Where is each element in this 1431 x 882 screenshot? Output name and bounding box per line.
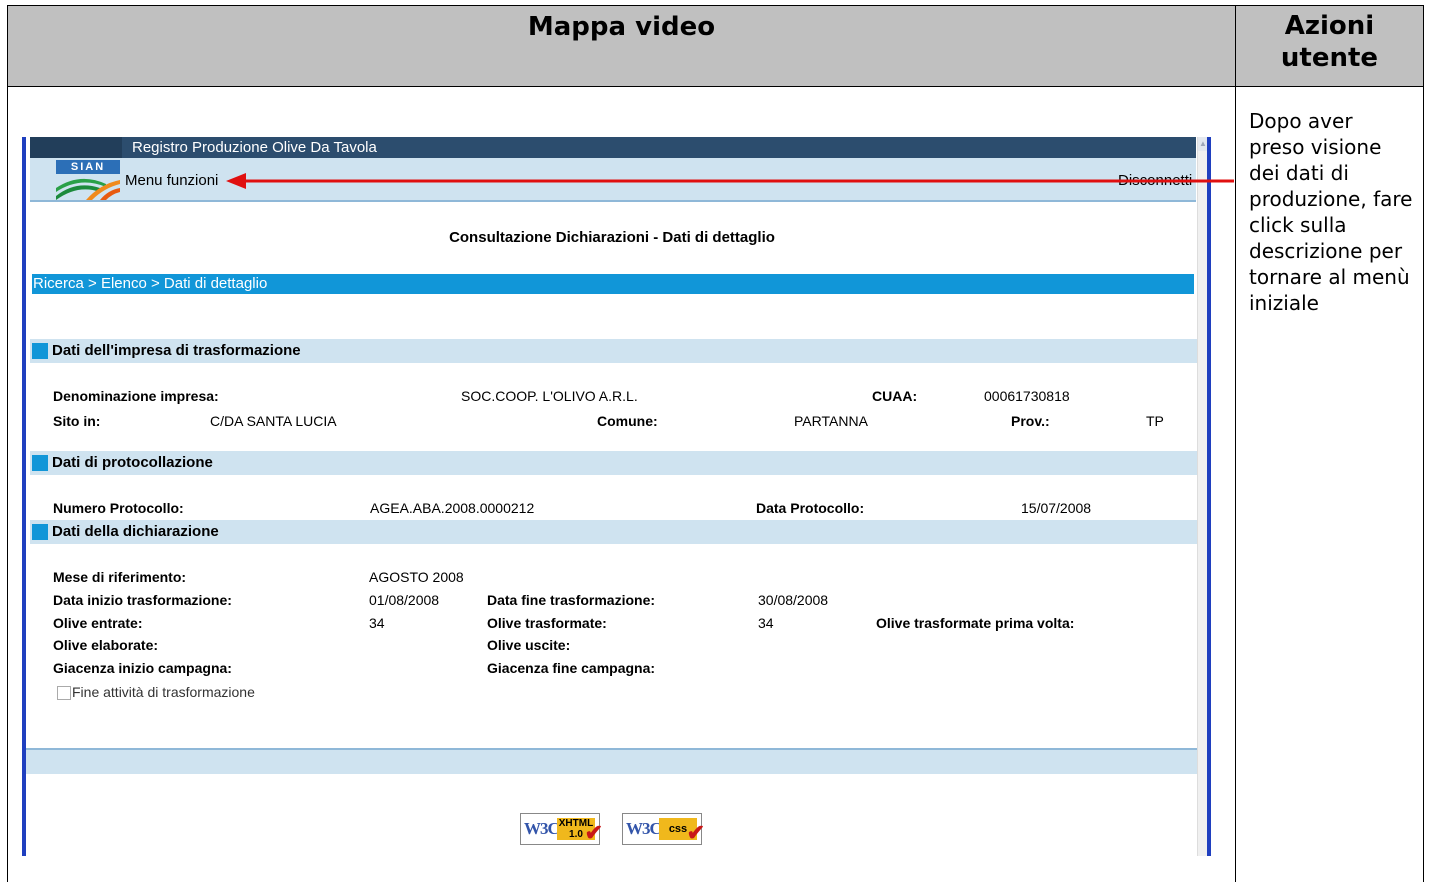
olive-entrate-value: 34 — [369, 615, 385, 631]
app-screenshot: Registro Produzione Olive Da Tavola SIAN… — [22, 137, 1220, 856]
sito-label: Sito in: — [53, 413, 101, 429]
olive-uscite-label: Olive uscite: — [487, 637, 571, 653]
menu-funzioni-link[interactable]: Menu funzioni — [125, 172, 218, 189]
header-azioni-utente: Azioni utente — [1235, 5, 1424, 87]
denominazione-label: Denominazione impresa: — [53, 388, 219, 404]
giacenza-inizio-label: Giacenza inizio campagna: — [53, 660, 232, 676]
user-actions-cell: Dopo aver preso visione dei dati di prod… — [1235, 86, 1424, 882]
app-title: Registro Produzione Olive Da Tavola — [132, 139, 377, 156]
fine-trasformazione-value: 30/08/2008 — [758, 592, 829, 608]
sian-logo: SIAN — [56, 160, 120, 200]
breadcrumb: Ricerca > Elenco > Dati di dettaglio — [32, 274, 1194, 294]
olive-trasformate-prima-volta-label: Olive trasformate prima volta: — [876, 615, 1075, 631]
cuaa-label: CUAA: — [872, 388, 918, 404]
w3c-logo-text: W3C — [626, 819, 662, 838]
olive-entrate-label: Olive entrate: — [53, 615, 143, 631]
app-title-bar: Registro Produzione Olive Da Tavola — [30, 137, 1196, 158]
inizio-trasformazione-label: Data inizio trasformazione: — [53, 592, 232, 608]
comune-label: Comune: — [597, 413, 658, 429]
giacenza-fine-label: Giacenza fine campagna: — [487, 660, 656, 676]
section-impresa-title: Dati dell'impresa di trasformazione — [52, 342, 301, 359]
app-right-border — [1207, 137, 1211, 856]
footer-band — [26, 750, 1198, 774]
mese-value: AGOSTO 2008 — [369, 569, 464, 585]
w3c-xhtml-badge[interactable]: W3C XHTML 1.0 ✔ — [520, 813, 603, 845]
data-protocollo-label: Data Protocollo: — [756, 500, 865, 516]
check-icon: ✔ — [584, 820, 603, 845]
data-protocollo-value: 15/07/2008 — [1021, 500, 1092, 516]
w3c-css-badge[interactable]: W3C css ✔ — [622, 813, 705, 845]
header-mappa-video: Mappa video — [7, 5, 1236, 87]
sian-logo-icon — [56, 178, 120, 200]
olive-elaborate-label: Olive elaborate: — [53, 637, 159, 653]
section-dichiarazione-header: Dati della dichiarazione — [30, 520, 1198, 544]
disconnetti-link[interactable]: Disconnetti — [1118, 172, 1192, 189]
section-square-icon — [32, 524, 48, 540]
fine-attivita-checkbox[interactable] — [57, 686, 71, 700]
mese-label: Mese di riferimento: — [53, 569, 187, 585]
section-impresa-header: Dati dell'impresa di trasformazione — [30, 339, 1198, 363]
check-icon: ✔ — [686, 820, 705, 845]
sian-logo-text: SIAN — [56, 160, 120, 174]
olive-trasformate-label: Olive trasformate: — [487, 615, 607, 631]
user-action-note: Dopo aver preso visione dei dati di prod… — [1249, 109, 1413, 315]
section-protocollo-title: Dati di protocollazione — [52, 454, 213, 471]
section-protocollo-header: Dati di protocollazione — [30, 451, 1198, 475]
sito-value: C/DA SANTA LUCIA — [210, 413, 337, 429]
page-title: Consultazione Dichiarazioni - Dati di de… — [449, 229, 775, 246]
breadcrumb-text[interactable]: Ricerca > Elenco > Dati di dettaglio — [32, 275, 267, 292]
prov-label: Prov.: — [1011, 413, 1050, 429]
section-square-icon — [32, 455, 48, 471]
numero-protocollo-value: AGEA.ABA.2008.0000212 — [370, 500, 535, 516]
inizio-trasformazione-value: 01/08/2008 — [369, 592, 440, 608]
section-square-icon — [32, 343, 48, 359]
section-dichiarazione-title: Dati della dichiarazione — [52, 523, 219, 540]
comune-value: PARTANNA — [794, 413, 868, 429]
xhtml-tag-line2: 1.0 — [569, 829, 583, 840]
w3c-logo-text: W3C — [524, 819, 560, 838]
prov-value: TP — [1146, 413, 1164, 429]
olive-trasformate-value: 34 — [758, 615, 774, 631]
title-bar-logo-area — [30, 137, 122, 158]
numero-protocollo-label: Numero Protocollo: — [53, 500, 184, 516]
denominazione-value: SOC.COOP. L'OLIVO A.R.L. — [461, 388, 638, 404]
fine-trasformazione-label: Data fine trasformazione: — [487, 592, 656, 608]
cuaa-value: 00061730818 — [984, 388, 1070, 404]
menu-bar: SIAN Menu funzioni Disconnetti — [30, 158, 1196, 202]
fine-attivita-label: Fine attività di trasformazione — [72, 684, 255, 700]
